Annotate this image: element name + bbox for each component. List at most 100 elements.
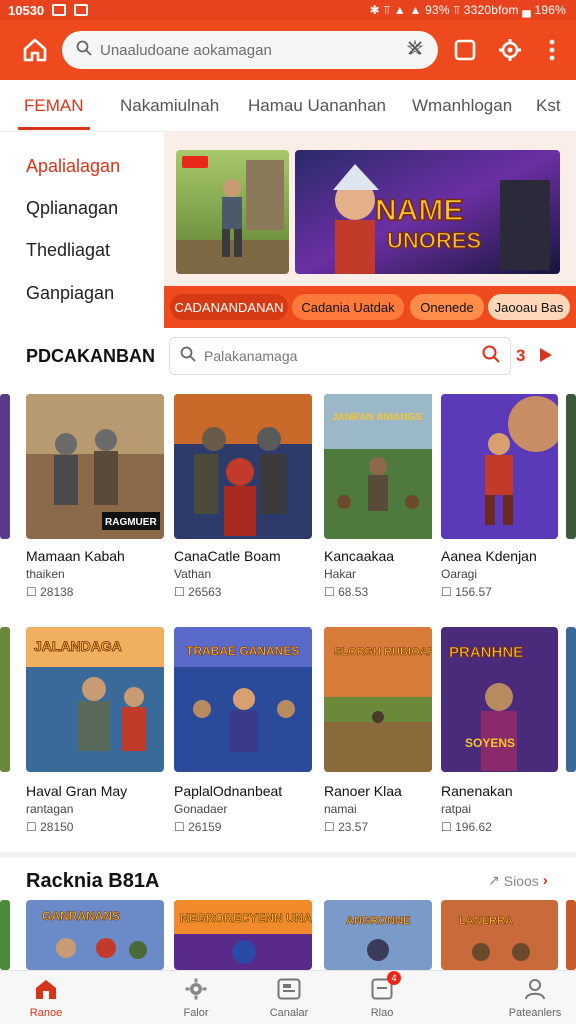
nav-rlao[interactable]: 4 Rlao xyxy=(332,971,432,1023)
banner-thumbnail[interactable] xyxy=(176,150,289,274)
search-icon xyxy=(76,40,92,61)
game-meta: ☐ 196.62 xyxy=(441,820,492,834)
banner-pill-strip: CADANANDANAN Cadania Uatdak Onenede Jaoo… xyxy=(164,286,576,328)
category-list: Apalialagan Qplianagan Thedliagat Ganpia… xyxy=(0,132,164,328)
next-card-peek[interactable] xyxy=(566,900,576,970)
tv-icon xyxy=(276,977,302,1001)
app-root: 10530 ✱ ⫪ ▲ ▲ 93% ⫪ 3320bfom ▄ 196% Unaa… xyxy=(0,0,576,1024)
status-time: 10530 xyxy=(8,2,45,18)
nav-home[interactable]: Ranoe xyxy=(0,977,96,1023)
game-card-image[interactable] xyxy=(174,394,312,539)
person-icon xyxy=(522,977,548,1001)
prev-card-peek[interactable] xyxy=(0,394,10,539)
card-banner-text: SLORGH RUBIOAR xyxy=(334,646,432,658)
nav-label: Rlao xyxy=(370,1007,394,1019)
game-name[interactable]: CanaCatle Boam xyxy=(174,548,281,564)
card-banner-text: GANRANANS xyxy=(42,909,120,923)
card-banner-text: TRABAE GANANES xyxy=(186,644,299,658)
gear-icon[interactable] xyxy=(496,36,524,64)
more-icon[interactable] xyxy=(538,36,566,64)
tab-nakamiulnah[interactable]: Nakamiulnah xyxy=(120,96,219,116)
game-card-image[interactable]: SLORGH RUBIOAR xyxy=(324,627,432,772)
section-search-bar[interactable]: Palakanamaga xyxy=(169,337,511,375)
game-name[interactable]: Ranenakan xyxy=(441,783,513,799)
game-name[interactable]: Aanea Kdenjan xyxy=(441,548,537,564)
game-card-image[interactable] xyxy=(441,394,558,539)
active-tab-indicator xyxy=(18,127,90,130)
game-name[interactable]: PaplalOdnanbeat xyxy=(174,783,282,799)
game-card-image[interactable]: ANGRONNE xyxy=(324,900,432,970)
game-meta: ☐ 156.57 xyxy=(441,585,492,599)
tab-bar: FEMAN Nakamiulnah Hamau Uananhan Wmanhlo… xyxy=(0,80,576,132)
banner-main[interactable]: NAME UNORES xyxy=(295,150,560,274)
see-all-link[interactable]: ↗ Sioos › xyxy=(488,872,548,889)
prev-card-peek[interactable] xyxy=(0,627,10,772)
nav-label: Canalar xyxy=(269,1007,309,1019)
game-card-image[interactable]: LANERRA xyxy=(441,900,558,970)
search-icon xyxy=(180,346,196,367)
game-subtitle: rantagan xyxy=(26,802,74,816)
search-bar[interactable]: Unaaludoane aokamagan xyxy=(62,31,438,69)
section-search-input[interactable]: Palakanamaga xyxy=(204,348,482,364)
game-card-image[interactable]: JALANDAGA xyxy=(26,627,164,772)
card-banner-text: PRANHNE xyxy=(449,644,523,661)
tab-kst[interactable]: Kst xyxy=(536,96,561,116)
game-name[interactable]: Haval Gran May xyxy=(26,783,127,799)
banner-pill[interactable]: Onenede xyxy=(410,294,484,320)
chevron-right-icon: › xyxy=(542,872,548,889)
card-banner-text: RAGMUER xyxy=(105,517,157,528)
game-subtitle: namai xyxy=(324,802,357,816)
app-bar: Unaaludoane aokamagan xyxy=(0,20,576,80)
close-icon[interactable] xyxy=(406,39,424,62)
play-arrow-icon[interactable] xyxy=(540,348,552,362)
category-item[interactable]: Thedliagat xyxy=(26,240,110,261)
category-item[interactable]: Qplianagan xyxy=(26,198,118,219)
game-card-image[interactable]: PRANHNE SOYENS xyxy=(441,627,558,772)
game-card-image[interactable]: GANRANANS xyxy=(26,900,164,970)
game-subtitle: Hakar xyxy=(324,567,357,581)
card-banner-text-2: SOYENS xyxy=(465,736,515,750)
home-icon xyxy=(33,977,59,1001)
banner-pill[interactable]: CADANANDANAN xyxy=(170,294,288,320)
card-banner-text: NEGRORECYENN UNANKAN xyxy=(180,911,312,925)
status-right: ✱ ⫪ ▲ ▲ 93% ⫪ 3320bfom ▄ 196% xyxy=(369,2,566,17)
game-card-image[interactable]: RAGMUER xyxy=(26,394,164,539)
home-icon[interactable] xyxy=(20,35,50,65)
game-name[interactable]: Ranoer Klaa xyxy=(324,783,402,799)
prev-card-peek[interactable] xyxy=(0,900,10,970)
banner-title-line2: UNORES xyxy=(387,228,481,253)
game-meta: ☐ 23.57 xyxy=(324,820,369,834)
banner-pill[interactable]: Cadania Uatdak xyxy=(292,294,404,320)
game-subtitle: thaiken xyxy=(26,567,65,581)
notification-icon-2 xyxy=(74,4,89,16)
game-name[interactable]: Mamaan Kabah xyxy=(26,548,125,564)
banner-pill[interactable]: Jaooau Bas xyxy=(488,294,570,320)
game-name[interactable]: Kancaakaa xyxy=(324,548,394,564)
next-card-peek[interactable] xyxy=(566,627,576,772)
game-card-image[interactable]: TRABAE GANANES xyxy=(174,627,312,772)
tab-wmanhlogan[interactable]: Wmanhlogan xyxy=(412,96,512,116)
nav-canalar[interactable]: Canalar xyxy=(239,977,339,1023)
next-card-peek[interactable] xyxy=(566,394,576,539)
nav-label: Pateanlers xyxy=(508,1007,562,1019)
tab-feman[interactable]: FEMAN xyxy=(24,96,84,116)
search-submit-icon[interactable] xyxy=(482,345,500,368)
notification-badge: 4 xyxy=(387,971,401,985)
nav-label: Ranoe xyxy=(29,1007,63,1019)
tab-hamau-uananhan[interactable]: Hamau Uananhan xyxy=(248,96,386,116)
game-meta: ☐ 68.53 xyxy=(324,585,369,599)
game-subtitle: Oaragi xyxy=(441,567,478,581)
category-item[interactable]: Ganpiagan xyxy=(26,283,114,304)
game-card-image[interactable]: NEGRORECYENN UNANKAN xyxy=(174,900,312,970)
card-banner-text: JANRAN ANIANGS xyxy=(332,412,423,423)
status-left: 10530 xyxy=(8,2,89,18)
arrow-icon: ↗ xyxy=(488,872,500,888)
nav-falor[interactable]: Falor xyxy=(146,977,246,1023)
square-icon[interactable] xyxy=(451,36,479,64)
category-item[interactable]: Apalialagan xyxy=(26,156,120,177)
card-banner-text: LANERRA xyxy=(459,915,513,927)
card-banner-text: ANGRONNE xyxy=(346,915,410,927)
nav-pateanlers[interactable]: Pateanlers xyxy=(485,977,576,1023)
search-input[interactable]: Unaaludoane aokamagan xyxy=(100,42,406,59)
game-meta: ☐ 28138 xyxy=(26,585,74,599)
